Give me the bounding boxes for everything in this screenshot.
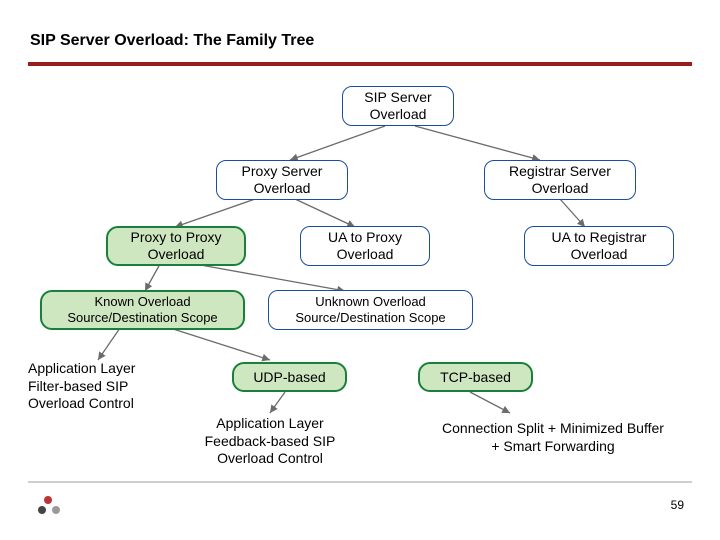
footer-logo	[38, 496, 66, 514]
node-tcp-based: TCP-based	[418, 362, 533, 392]
page-title: SIP Server Overload: The Family Tree	[30, 32, 314, 50]
node-connection-split: Connection Split + Minimized Buffer+ Sma…	[408, 420, 698, 455]
title-rule	[28, 62, 692, 66]
node-ua-to-registrar: UA to RegistrarOverload	[524, 226, 674, 266]
node-udp-based: UDP-based	[232, 362, 347, 392]
node-feedback-based: Application LayerFeedback-based SIPOverl…	[180, 415, 360, 468]
node-proxy-server: Proxy ServerOverload	[216, 160, 348, 200]
node-registrar: Registrar ServerOverload	[484, 160, 636, 200]
node-root: SIP ServerOverload	[342, 86, 454, 126]
page-number: 59	[671, 498, 684, 512]
node-ua-to-proxy: UA to ProxyOverload	[300, 226, 430, 266]
footer-rule	[28, 481, 692, 483]
node-proxy-to-proxy: Proxy to ProxyOverload	[106, 226, 246, 266]
tree-connectors	[0, 0, 720, 540]
node-known-scope: Known OverloadSource/Destination Scope	[40, 290, 245, 330]
node-unknown-scope: Unknown OverloadSource/Destination Scope	[268, 290, 473, 330]
node-filter-based: Application LayerFilter-based SIPOverloa…	[28, 360, 178, 413]
